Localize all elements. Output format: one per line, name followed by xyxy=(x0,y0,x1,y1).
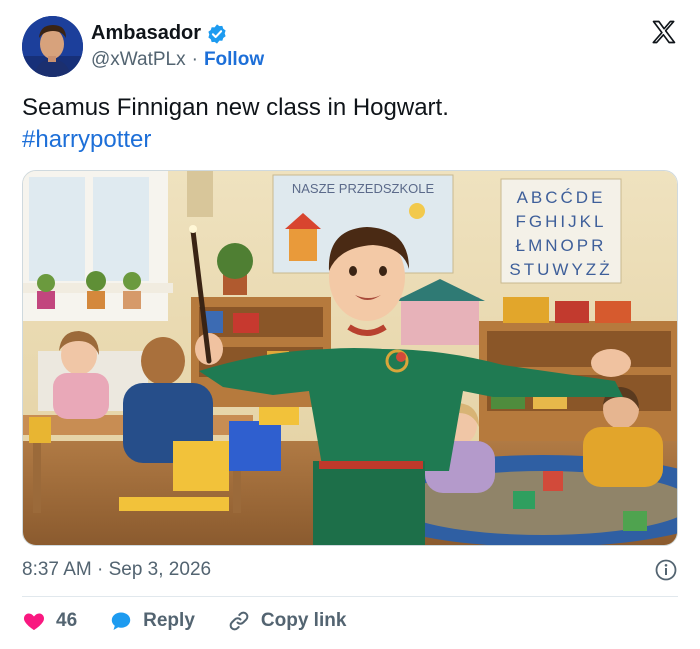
link-icon xyxy=(227,609,251,633)
alphabet-row-4: STUWYZŻ xyxy=(509,260,612,279)
handle-separator: · xyxy=(191,49,198,70)
divider xyxy=(22,596,678,597)
reply-label: Reply xyxy=(143,610,195,631)
alphabet-row-1: ABCĆDE xyxy=(517,188,606,207)
info-icon[interactable] xyxy=(654,558,678,582)
tweet-header: Ambasador @xWatPLx · Follow xyxy=(22,16,678,78)
alphabet-row-2: FGHIJKL xyxy=(516,212,607,231)
tweet-timestamp[interactable]: 8:37 AM · Sep 3, 2026 xyxy=(22,559,211,581)
tweet-body: Seamus Finnigan new class in Hogwart. xyxy=(22,94,449,121)
reply-bubble-icon xyxy=(109,609,133,633)
hashtag-link[interactable]: #harrypotter xyxy=(22,124,678,156)
x-logo-icon[interactable] xyxy=(650,18,678,46)
classroom-illustration: NASZE PRZEDSZKOLE ABCĆDE FGHIJKL ŁMNOPR … xyxy=(23,171,677,545)
author-names: Ambasador @xWatPLx · Follow xyxy=(91,22,264,71)
like-button[interactable]: 46 xyxy=(22,609,77,633)
tweet-text: Seamus Finnigan new class in Hogwart. #h… xyxy=(22,92,678,156)
tweet-card: Ambasador @xWatPLx · Follow Seamus Finni xyxy=(0,0,700,649)
copy-link-label: Copy link xyxy=(260,610,347,631)
avatar-image xyxy=(22,16,83,77)
like-count: 46 xyxy=(56,610,78,631)
tweet-actions: 46 Reply Copy link xyxy=(22,606,378,636)
verified-badge-icon xyxy=(206,23,228,45)
reply-button[interactable]: Reply xyxy=(109,609,195,633)
author-display-name[interactable]: Ambasador xyxy=(91,22,201,45)
follow-button[interactable]: Follow xyxy=(204,49,264,71)
copy-link-button[interactable]: Copy link xyxy=(227,609,347,633)
alphabet-row-3: ŁMNOPR xyxy=(516,236,607,255)
tweet-media-image[interactable]: NASZE PRZEDSZKOLE ABCĆDE FGHIJKL ŁMNOPR … xyxy=(22,170,678,546)
heart-icon xyxy=(22,609,46,633)
author-handle[interactable]: @xWatPLx xyxy=(91,49,186,71)
banner-text: NASZE PRZEDSZKOLE xyxy=(292,181,435,196)
tweet-meta: 8:37 AM · Sep 3, 2026 xyxy=(22,556,678,584)
avatar[interactable] xyxy=(22,16,83,77)
